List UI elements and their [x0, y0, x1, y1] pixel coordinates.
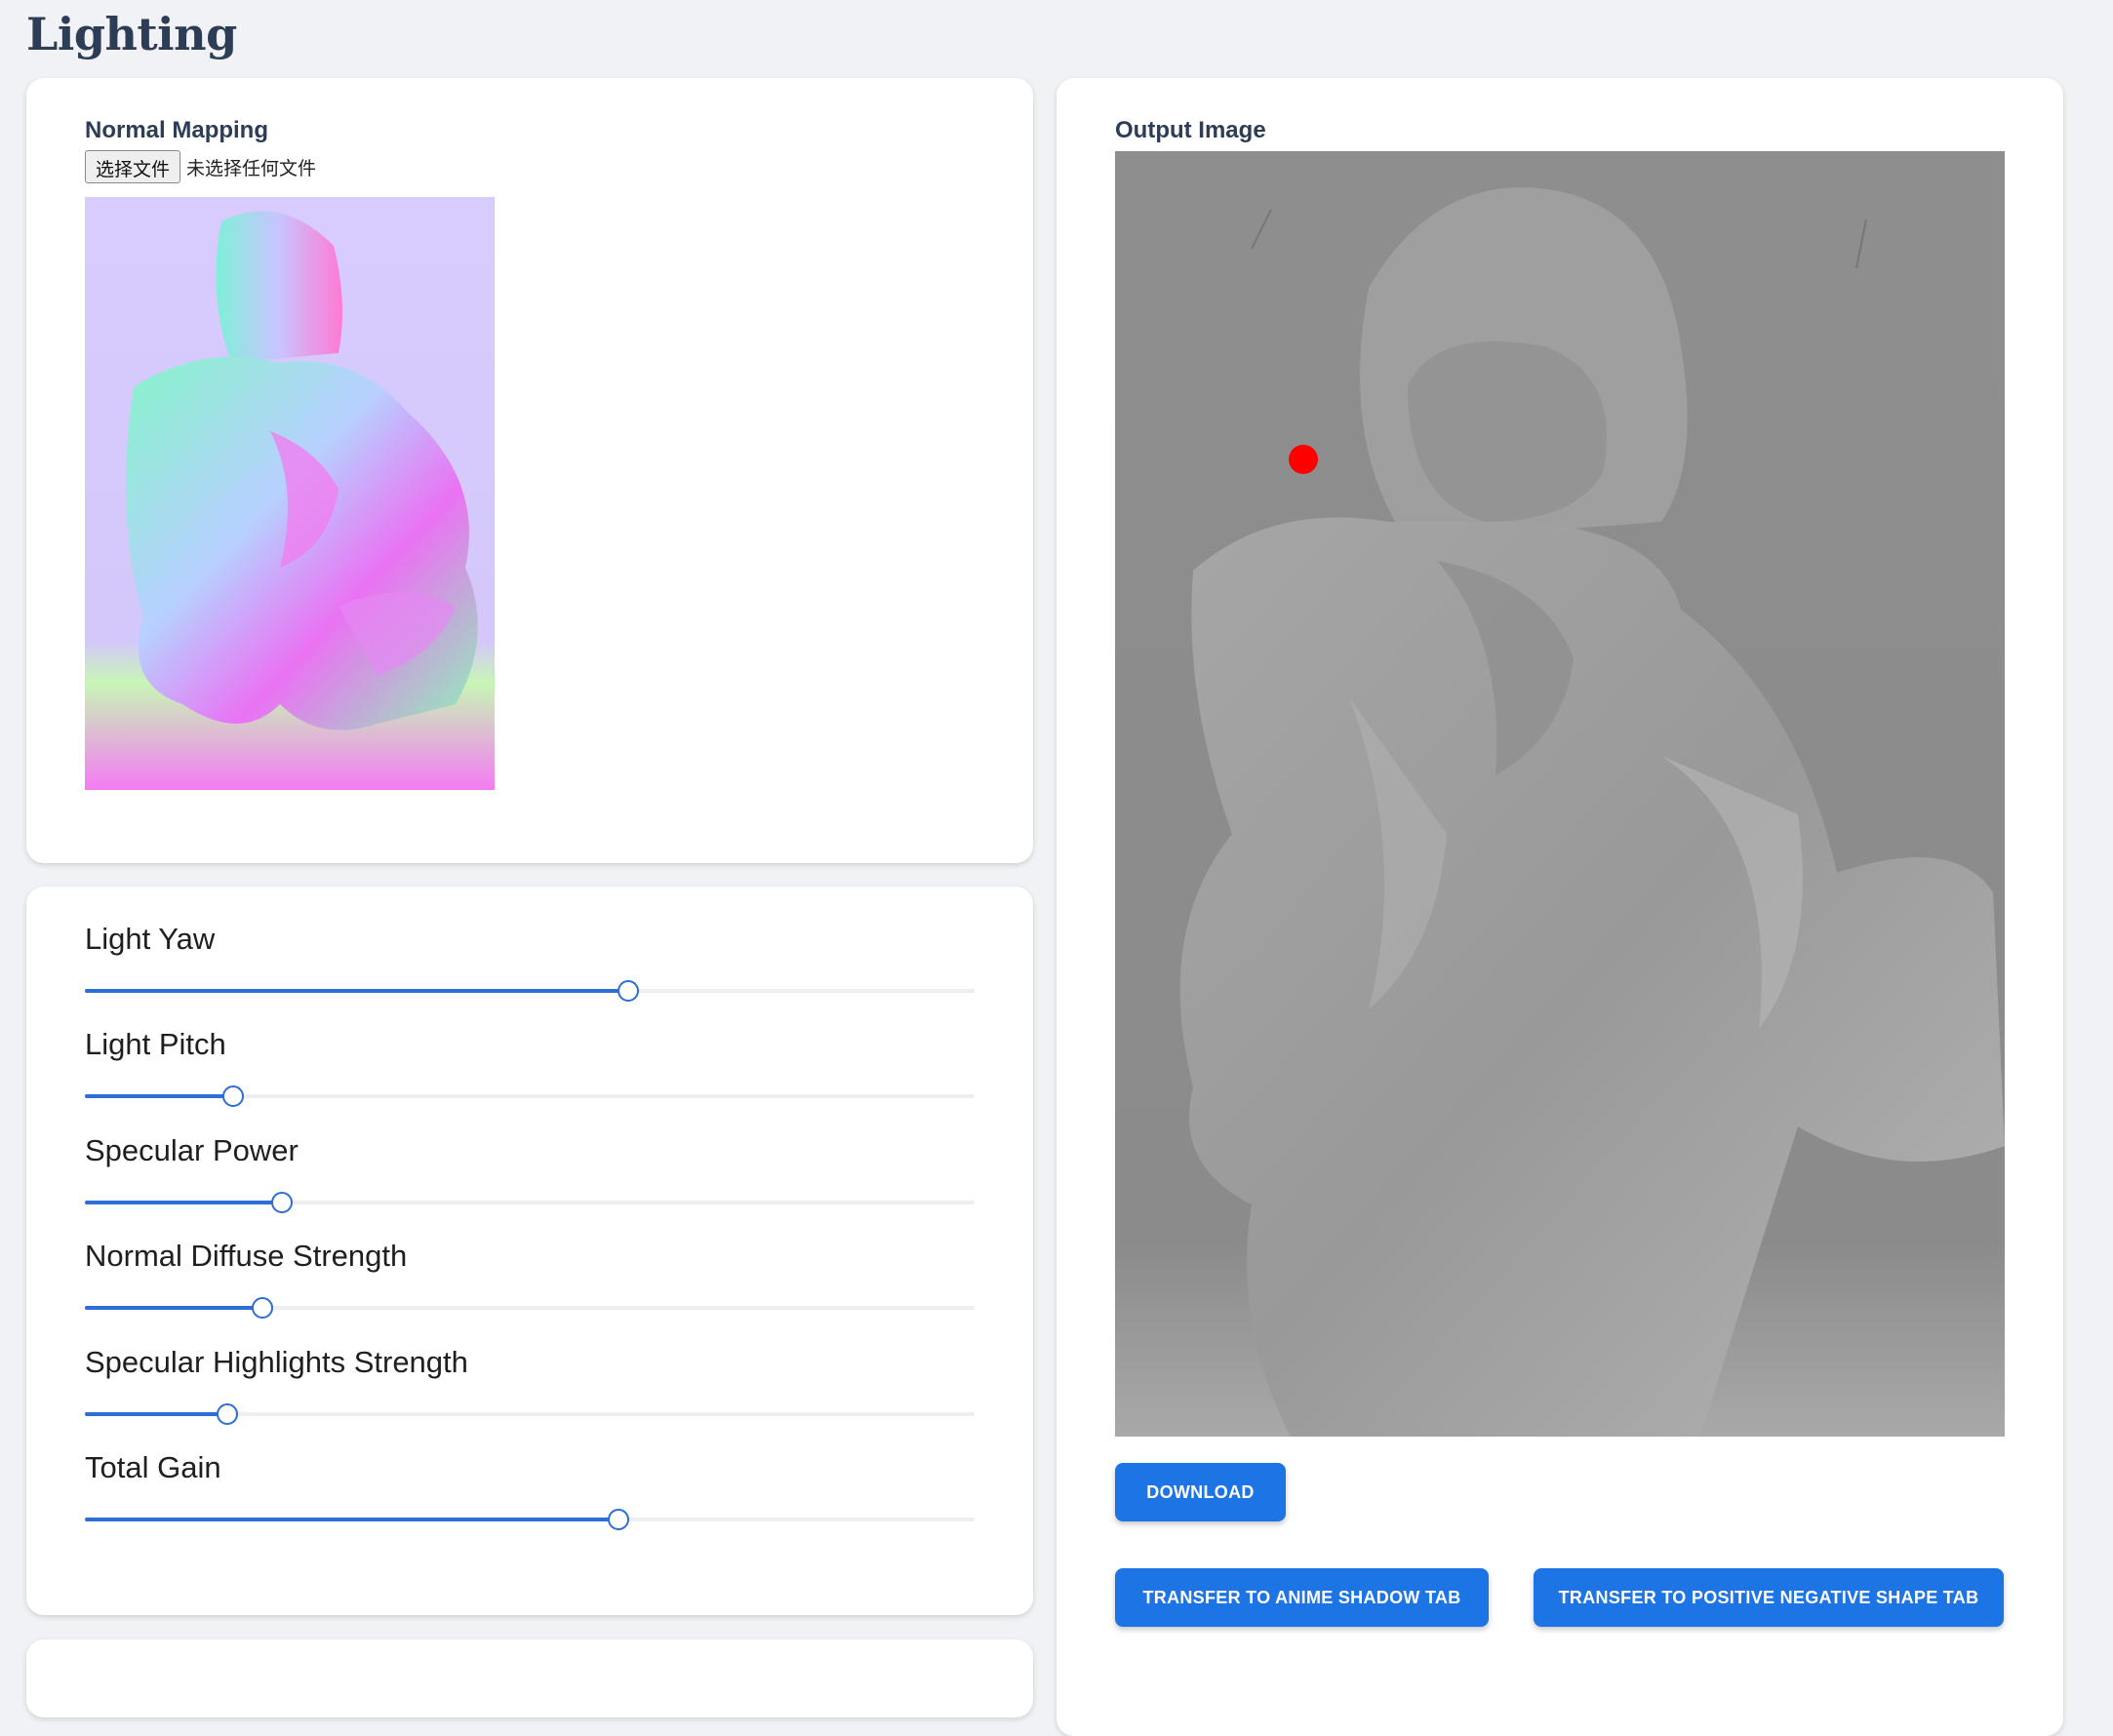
light-position-marker[interactable] [1289, 445, 1318, 474]
next-card [26, 1639, 1033, 1717]
slider-track[interactable] [85, 1297, 975, 1319]
slider-track[interactable] [85, 1403, 975, 1425]
slider-specular-power: Specular Power [85, 1133, 975, 1213]
slider-thumb[interactable] [608, 1509, 630, 1530]
slider-thumb[interactable] [252, 1297, 274, 1319]
slider-fill [85, 989, 629, 993]
slider-label: Light Yaw [85, 922, 216, 956]
slider-label: Specular Highlights Strength [85, 1345, 468, 1379]
slider-fill [85, 1518, 619, 1521]
slider-track[interactable] [85, 1085, 975, 1107]
normal-map-preview-image [85, 197, 495, 790]
slider-label: Light Pitch [85, 1027, 226, 1061]
slider-track[interactable] [85, 1192, 975, 1213]
choose-file-button[interactable]: 选择文件 [85, 150, 181, 183]
slider-light-yaw: Light Yaw [85, 922, 975, 1002]
file-status-text: 未选择任何文件 [186, 157, 317, 179]
slider-fill [85, 1306, 263, 1310]
slider-label: Specular Power [85, 1133, 299, 1167]
slider-fill [85, 1412, 227, 1416]
normal-mapping-card: Normal Mapping 选择文件 未选择任何文件 [26, 78, 1033, 863]
slider-thumb[interactable] [271, 1192, 294, 1213]
page-title: Lighting [26, 8, 237, 60]
slider-normal-diffuse-strength: Normal Diffuse Strength [85, 1239, 975, 1319]
transfer-positive-negative-shape-button[interactable]: TRANSFER TO POSITIVE NEGATIVE SHAPE TAB [1534, 1568, 2004, 1627]
slider-light-pitch: Light Pitch [85, 1027, 975, 1107]
output-image-canvas[interactable] [1115, 151, 2005, 1437]
slider-fill [85, 1094, 234, 1098]
slider-thumb[interactable] [618, 980, 640, 1002]
transfer-anime-shadow-button[interactable]: TRANSFER TO ANIME SHADOW TAB [1115, 1568, 1489, 1627]
lighting-controls-card: Light Yaw Light Pitch Specular Power Nor… [26, 887, 1033, 1615]
slider-total-gain: Total Gain [85, 1450, 975, 1530]
slider-thumb[interactable] [222, 1085, 245, 1107]
slider-fill [85, 1201, 283, 1204]
slider-track[interactable] [85, 1509, 975, 1530]
download-button[interactable]: DOWNLOAD [1115, 1463, 1286, 1521]
slider-label: Normal Diffuse Strength [85, 1239, 408, 1273]
output-card: Output Image DOWNLOAD TRANSFER TO ANIME … [1056, 78, 2063, 1736]
slider-thumb[interactable] [216, 1403, 238, 1425]
file-input[interactable]: 选择文件 未选择任何文件 [85, 150, 316, 183]
slider-label: Total Gain [85, 1450, 221, 1484]
slider-specular-highlights-strength: Specular Highlights Strength [85, 1345, 975, 1425]
slider-track[interactable] [85, 980, 975, 1002]
output-image-label: Output Image [1115, 117, 1266, 143]
normal-mapping-label: Normal Mapping [85, 117, 269, 143]
